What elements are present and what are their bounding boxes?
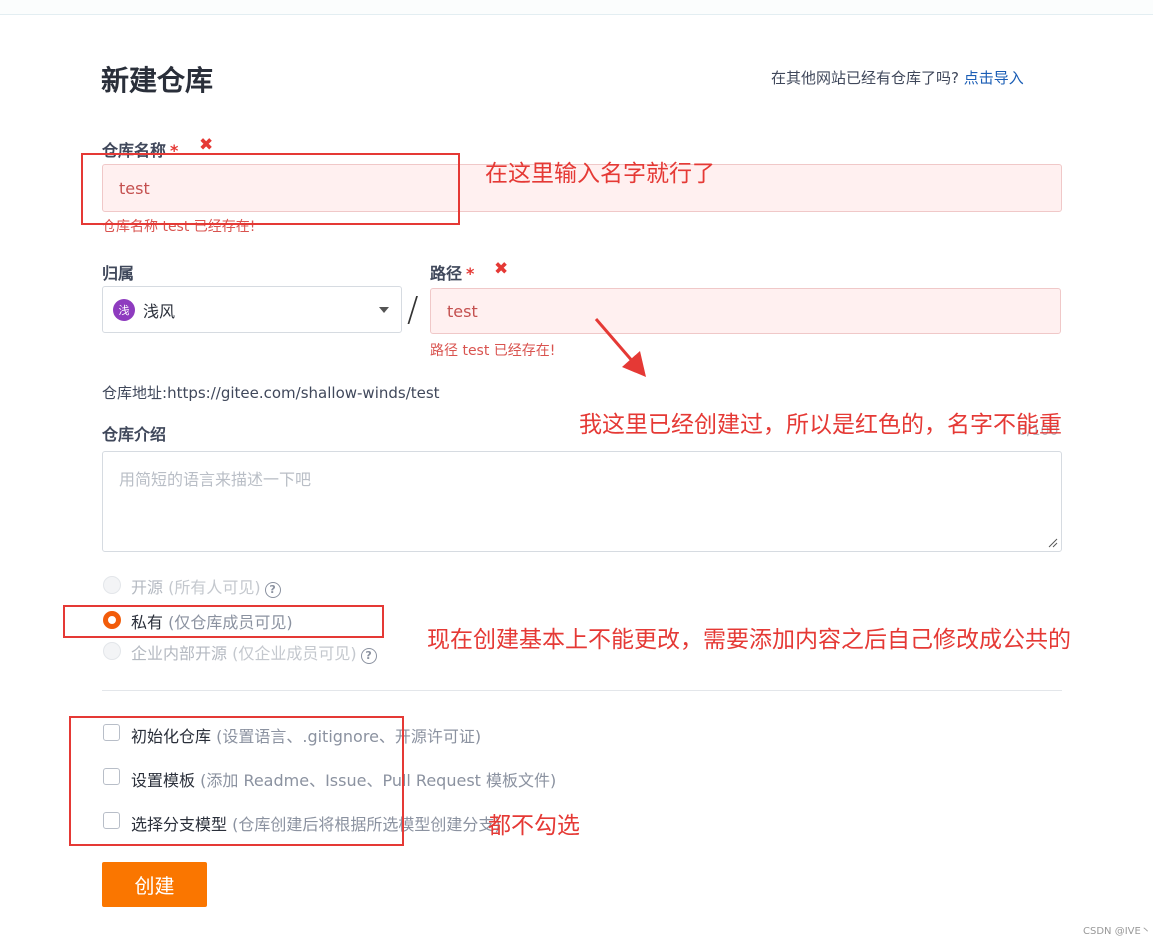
avatar: 浅 (113, 298, 135, 321)
chevron-down-icon (379, 307, 389, 313)
repo-url-label: 仓库地址: (102, 384, 168, 402)
annotation-name-note: 在这里输入名字就行了 (485, 161, 715, 187)
owner-select[interactable]: 浅 浅风 (102, 286, 402, 333)
divider (102, 690, 1062, 691)
option-public-label: 开源 (131, 578, 164, 597)
option-enterprise-label: 企业内部开源 (131, 644, 228, 663)
option-public-sub: (所有人可见) (168, 578, 261, 597)
repo-url-value: https://gitee.com/shallow-winds/test (167, 384, 440, 402)
top-border (0, 0, 1153, 15)
resize-handle-icon[interactable] (1048, 538, 1058, 548)
annotation-box-checkboxes (69, 716, 404, 846)
import-link[interactable]: 点击导入 (964, 69, 1024, 87)
description-textarea[interactable]: 用简短的语言来描述一下吧 (102, 451, 1062, 552)
error-x-icon: ✖ (494, 259, 509, 279)
help-icon[interactable]: ? (360, 648, 377, 664)
annotation-checkbox-note: 都不勾选 (488, 813, 580, 839)
help-icon[interactable]: ? (264, 582, 281, 598)
watermark: CSDN @IVE丶 (1083, 926, 1151, 937)
description-placeholder: 用简短的语言来描述一下吧 (119, 470, 312, 489)
annotation-box-name (81, 153, 460, 225)
path-input[interactable]: test (430, 288, 1061, 334)
annotation-box-private (63, 605, 384, 638)
radio-enterprise (103, 642, 121, 660)
import-prompt: 在其他网站已经有仓库了吗? 点击导入 (771, 67, 1024, 88)
owner-value: 浅风 (143, 301, 176, 321)
radio-public (103, 576, 121, 594)
annotation-arrow-icon (594, 318, 646, 377)
option-public: 开源 (所有人可见)? (131, 574, 281, 598)
path-error: 路径 test 已经存在! (430, 343, 556, 359)
path-value: test (447, 301, 478, 321)
owner-label: 归属 (102, 264, 135, 283)
option-enterprise-sub: (仅企业成员可见) (232, 644, 357, 663)
import-question: 在其他网站已经有仓库了吗? (771, 69, 959, 87)
path-label-text: 路径 (430, 264, 463, 283)
path-label: 路径 * (430, 260, 474, 284)
error-x-icon: ✖ (199, 135, 214, 155)
repo-url: 仓库地址:https://gitee.com/shallow-winds/tes… (102, 382, 440, 403)
required-mark: * (466, 264, 475, 283)
description-label: 仓库介绍 (102, 425, 167, 444)
path-separator: / (407, 290, 419, 330)
option-enterprise: 企业内部开源 (仅企业成员可见)? (131, 640, 377, 664)
create-button[interactable]: 创建 (102, 862, 207, 907)
annotation-private-note: 现在创建基本上不能更改，需要添加内容之后自己修改成公共的 (427, 627, 1071, 653)
annotation-exists-note: 我这里已经创建过，所以是红色的，名字不能重 (579, 412, 1062, 438)
page-title: 新建仓库 (101, 64, 214, 97)
